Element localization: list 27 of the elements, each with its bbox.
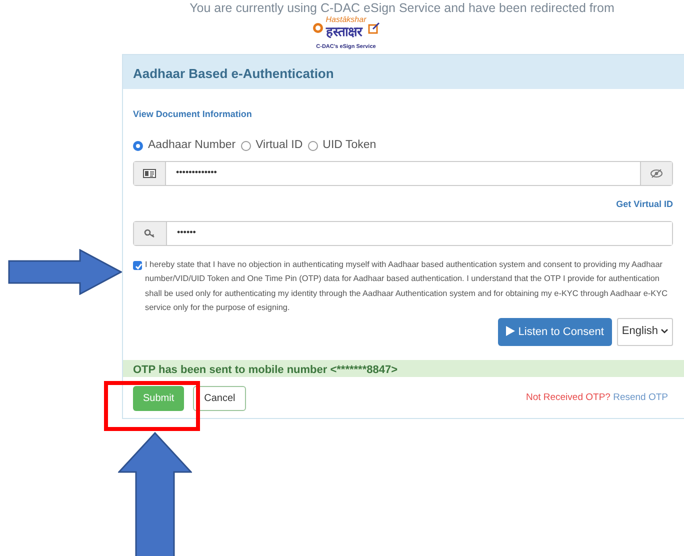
esign-logo-icon [312,22,324,34]
logo-wordmark: Hastākshar [326,16,366,24]
listen-consent-button[interactable]: Listen to Consent [498,318,612,346]
eye-slash-icon[interactable] [650,168,663,178]
panel-title: Aadhaar Based e-Authentication [123,55,684,90]
get-virtual-id-link[interactable]: Get Virtual ID [616,198,673,208]
play-icon [506,326,516,336]
pen-box-icon [368,22,380,34]
otp-not-received-text: Not Received OTP? Resend OTP [526,390,668,405]
id-card-icon [143,168,156,178]
radio-button[interactable] [308,140,318,151]
language-select[interactable]: English [616,318,673,346]
id-number-input-group[interactable]: ••••••••••••• [133,160,673,186]
consent-text: I hereby state that I have no objection in authenticating myself with Aadhaar based authentication system and consent to providing my Aadhaar number/VID/UID Token and One Time Pin (OTP) data for Aadhaar based authentication. I understand that the OTP I provide for authentication shall be used only for authenticating my identity through the Aadhaar Authentication system and for obtaining my e-KYC through Aadhaar e-KYC service only for the purpose of esigning. [145,258,668,314]
radio-button[interactable] [133,140,143,151]
cancel-button[interactable]: Cancel [193,386,246,410]
radio-label[interactable]: Virtual ID [256,137,303,154]
key-icon [144,228,156,238]
view-document-link[interactable]: View Document Information [133,109,252,120]
redirect-notice: You are currently using C-DAC eSign Service and have been redirected from [188,1,616,15]
logo-wordmark-devanagari: हस्ताक्षर [326,24,364,39]
chevron-down-icon [661,329,668,334]
consent-checkbox[interactable] [133,260,142,270]
radio-label[interactable]: Aadhaar Number [148,137,236,154]
radio-label[interactable]: UID Token [322,137,376,154]
otp-sent-message: OTP has been sent to mobile number <*******8847> [123,360,684,376]
radio-button[interactable] [240,140,251,151]
